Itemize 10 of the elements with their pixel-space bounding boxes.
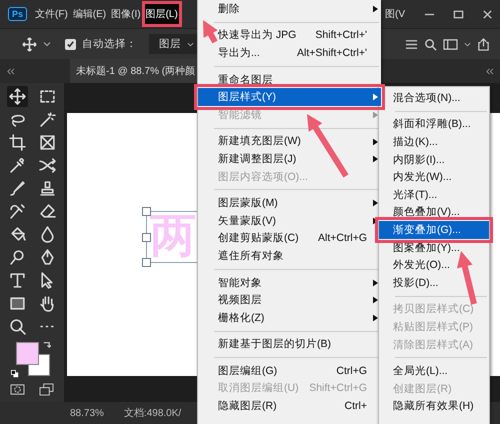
zoom-level: 88.73%	[70, 408, 104, 418]
shortcut-text: Shift+Ctrl+'	[315, 29, 367, 42]
shortcut-text: Alt+Ctrl+G	[318, 232, 367, 244]
document-info: 文档:498.0K/	[124, 406, 182, 420]
auto-select-label: 自动选择：	[82, 37, 137, 51]
shortcut-text: Ctrl+	[344, 400, 367, 412]
shortcut-text: Shift+Ctrl+G	[309, 382, 367, 394]
app-logo: Ps	[8, 7, 28, 21]
shortcut-text: Ctrl+G	[336, 364, 367, 377]
shortcut-text: Alt+Shift+Ctrl+'	[297, 46, 367, 59]
